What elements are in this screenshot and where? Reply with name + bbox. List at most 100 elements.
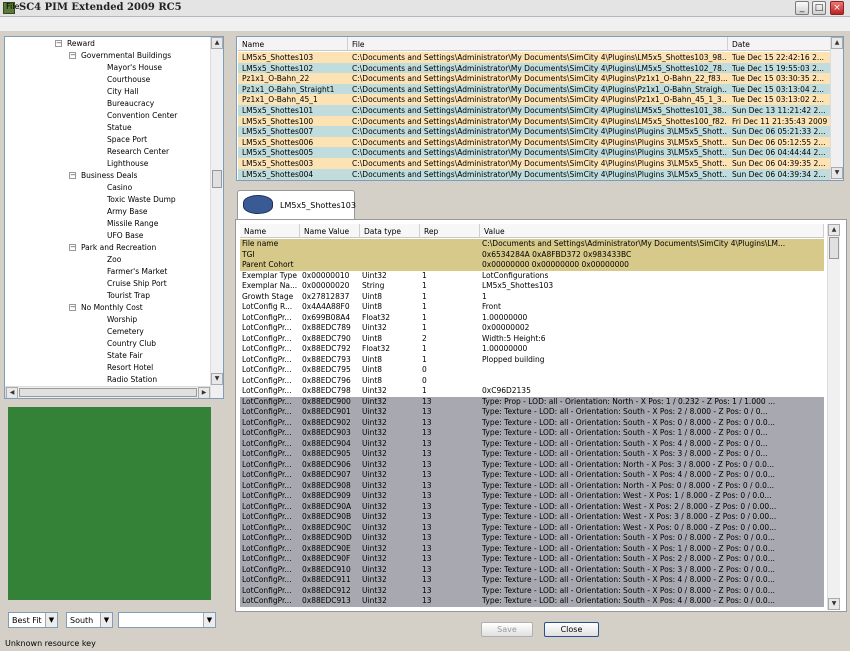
file-row[interactable]: LM5x5_Shottes004 C:\Documents and Setting… xyxy=(238,168,830,180)
tree-item[interactable]: Tourist Trap xyxy=(107,291,150,301)
property-row[interactable]: LotConfigPr... 0x88EDC907 Uint32 13 Type: Te… xyxy=(240,470,824,481)
property-row[interactable]: LotConfigPr... 0x88EDC903 Uint32 13 Type: Te… xyxy=(240,428,824,439)
tree-item[interactable]: Convention Center xyxy=(107,111,177,121)
property-row[interactable]: LotConfigPr... 0x88EDC90D Uint32 13 Type: Te… xyxy=(240,533,824,544)
property-row[interactable]: LotConfigPr... 0x88EDC904 Uint32 13 Type: Te… xyxy=(240,438,824,449)
properties-table[interactable]: Name Name Value Data type Rep Value File name… xyxy=(240,224,840,610)
property-row[interactable]: LotConfig R... 0x4A4A88F0 Uint8 1 Front xyxy=(240,302,824,313)
tree-item[interactable]: Bureaucracy xyxy=(107,99,154,109)
tree-expander-icon[interactable]: − xyxy=(69,52,76,59)
property-row[interactable]: LotConfigPr... 0x88EDC910 Uint32 13 Type: Te… xyxy=(240,564,824,575)
file-row[interactable]: LM5x5_Shottes003 C:\Documents and Setting… xyxy=(238,158,830,169)
zoom-select[interactable]: Best Fit ▼ xyxy=(8,612,58,628)
property-row[interactable]: LotConfigPr... 0x88EDC912 Uint32 13 Type: Te… xyxy=(240,585,824,596)
column-header[interactable]: Data type xyxy=(360,224,420,238)
tree-item[interactable]: City Hall xyxy=(107,87,139,97)
tree-expander-icon[interactable]: − xyxy=(69,304,76,311)
scroll-right-icon[interactable]: ▶ xyxy=(198,387,210,398)
tree-item[interactable]: Army Base xyxy=(107,207,147,217)
file-row[interactable]: LM5x5_Shottes103 C:\Documents and Setting… xyxy=(238,52,830,63)
save-button[interactable]: Save xyxy=(481,622,533,637)
property-row[interactable]: LotConfigPr... 0x88EDC796 Uint8 0 xyxy=(240,376,824,387)
file-row[interactable]: Pz1x1_O-Bahn_45_1 C:\Documents and Settin… xyxy=(238,94,830,106)
property-row[interactable]: LotConfigPr... 0x88EDC913 Uint32 13 Type: Te… xyxy=(240,596,824,607)
tree-item[interactable]: Reward xyxy=(67,39,95,49)
scroll-down-icon[interactable]: ▼ xyxy=(211,373,223,385)
property-row[interactable]: LotConfigPr... 0x88EDC795 Uint8 0 xyxy=(240,365,824,376)
hscroll-thumb[interactable] xyxy=(19,388,197,397)
minimize-button[interactable]: _ xyxy=(795,1,809,15)
tree-item[interactable]: Worship xyxy=(107,315,137,325)
column-header[interactable]: Value xyxy=(480,224,824,238)
column-header[interactable]: Name xyxy=(238,37,348,51)
maximize-button[interactable]: □ xyxy=(812,1,826,15)
scroll-down-icon[interactable]: ▼ xyxy=(831,167,843,179)
property-row[interactable]: LotConfigPr... 0x699B08A4 Float32 1 1.000000… xyxy=(240,313,824,324)
category-tree[interactable]: − Reward − Governmental Buildings Mayor's Ho… xyxy=(4,36,224,399)
header-row[interactable]: TGI 0x6534284A 0xA8FBD372 0x983433BC xyxy=(240,249,824,260)
property-row[interactable]: LotConfigPr... 0x88EDC909 Uint32 13 Type: Te… xyxy=(240,491,824,502)
tree-item[interactable]: Governmental Buildings xyxy=(81,51,171,61)
scroll-left-icon[interactable]: ◀ xyxy=(6,387,18,398)
tree-item[interactable]: Country Club xyxy=(107,339,156,349)
close-window-button[interactable]: × xyxy=(830,1,844,15)
tree-item[interactable]: Cemetery xyxy=(107,327,144,337)
tree-item[interactable]: Farmer's Market xyxy=(107,267,167,277)
tree-item[interactable]: UFO Base xyxy=(107,231,143,241)
property-row[interactable]: LotConfigPr... 0x88EDC906 Uint32 13 Type: Te… xyxy=(240,459,824,470)
property-row[interactable]: LotConfigPr... 0x88EDC905 Uint32 13 Type: Te… xyxy=(240,449,824,460)
file-row[interactable]: Pz1x1_O-Bahn_Straight1 C:\Documents and S… xyxy=(238,83,830,95)
file-row[interactable]: Pz1x1_O-Bahn_22 C:\Documents and Settings… xyxy=(238,73,830,85)
props-scrollbar[interactable]: ▲ ▼ xyxy=(827,224,840,610)
tree-item[interactable]: Courthouse xyxy=(107,75,150,85)
column-header[interactable]: Rep xyxy=(420,224,480,238)
property-row[interactable]: LotConfigPr... 0x88EDC911 Uint32 13 Type: Te… xyxy=(240,575,824,586)
tree-item[interactable]: Business Deals xyxy=(81,171,137,181)
property-row[interactable]: LotConfigPr... 0x88EDC793 Uint8 1 Plopped bu… xyxy=(240,355,824,366)
extra-select[interactable]: ▼ xyxy=(118,612,216,628)
direction-select[interactable]: South ▼ xyxy=(66,612,113,628)
property-row[interactable]: Exemplar Na... 0x00000020 String 1 LM5x5_Sho… xyxy=(240,281,824,292)
scroll-up-icon[interactable]: ▲ xyxy=(211,37,223,49)
close-button[interactable]: Close xyxy=(544,622,599,637)
tree-expander-icon[interactable]: − xyxy=(69,244,76,251)
scroll-up-icon[interactable]: ▲ xyxy=(831,37,843,49)
tree-item[interactable]: Mayor's House xyxy=(107,63,162,73)
column-header[interactable]: File xyxy=(348,37,728,51)
tree-item[interactable]: Missile Range xyxy=(107,219,158,229)
property-row[interactable]: LotConfigPr... 0x88EDC789 Uint32 1 0x0000000… xyxy=(240,323,824,334)
file-row[interactable]: LM5x5_Shottes006 C:\Documents and Setting… xyxy=(238,136,830,148)
file-row[interactable]: LM5x5_Shottes101 C:\Documents and Setting… xyxy=(238,105,830,116)
tree-item[interactable]: Toxic Waste Dump xyxy=(107,195,176,205)
file-row[interactable]: LM5x5_Shottes100 C:\Documents and Setting… xyxy=(238,115,830,127)
property-row[interactable]: LotConfigPr... 0x88EDC798 Uint32 1 0xC96D213… xyxy=(240,386,824,397)
menu-file[interactable]: File xyxy=(6,2,19,11)
property-row[interactable]: LotConfigPr... 0x88EDC792 Float32 1 1.000000… xyxy=(240,344,824,355)
column-header[interactable]: Date xyxy=(728,37,831,51)
filelist-scrollbar[interactable]: ▲ ▼ xyxy=(830,37,843,180)
scroll-down-icon[interactable]: ▼ xyxy=(828,598,840,610)
property-row[interactable]: LotConfigPr... 0x88EDC790 Uint8 2 Width:5 He… xyxy=(240,334,824,345)
tree-item[interactable]: Research Center xyxy=(107,147,169,157)
property-row[interactable]: LotConfigPr... 0x88EDC90A Uint32 13 Type: Te… xyxy=(240,501,824,512)
property-row[interactable]: Growth Stage 0x27812837 Uint8 1 1 xyxy=(240,292,824,303)
scroll-thumb[interactable] xyxy=(829,237,839,259)
tree-item[interactable]: Statue xyxy=(107,123,132,133)
property-row[interactable]: LotConfigPr... 0x88EDC90B Uint32 13 Type: Te… xyxy=(240,512,824,523)
column-header[interactable]: Name Value xyxy=(300,224,360,238)
tree-item[interactable]: State Fair xyxy=(107,351,143,361)
tree-item[interactable]: Cruise Ship Port xyxy=(107,279,167,289)
file-row[interactable]: LM5x5_Shottes102 C:\Documents and Setting… xyxy=(238,62,830,74)
header-row[interactable]: Parent Cohort 0x00000000 0x00000000 0x000… xyxy=(240,260,824,271)
property-row[interactable]: LotConfigPr... 0x88EDC90C Uint32 13 Type: Te… xyxy=(240,522,824,533)
file-row[interactable]: LM5x5_Shottes005 C:\Documents and Setting… xyxy=(238,147,830,159)
tree-item[interactable]: Park and Recreation xyxy=(81,243,156,253)
file-list[interactable]: Name File Date LM5x5_Shottes103 C:\Documents… xyxy=(236,36,844,181)
file-row[interactable]: LM5x5_Shottes007 C:\Documents and Setting… xyxy=(238,126,830,138)
scroll-up-icon[interactable]: ▲ xyxy=(828,224,840,236)
property-row[interactable]: LotConfigPr... 0x88EDC90F Uint32 13 Type: Te… xyxy=(240,554,824,565)
header-row[interactable]: File name C:\Documents and Settings\Admin… xyxy=(240,239,824,250)
tree-item[interactable]: Resort Hotel xyxy=(107,363,153,373)
property-row[interactable]: Exemplar Type 0x00000010 Uint32 1 LotConfigu… xyxy=(240,271,824,282)
tree-item[interactable]: Casino xyxy=(107,183,132,193)
